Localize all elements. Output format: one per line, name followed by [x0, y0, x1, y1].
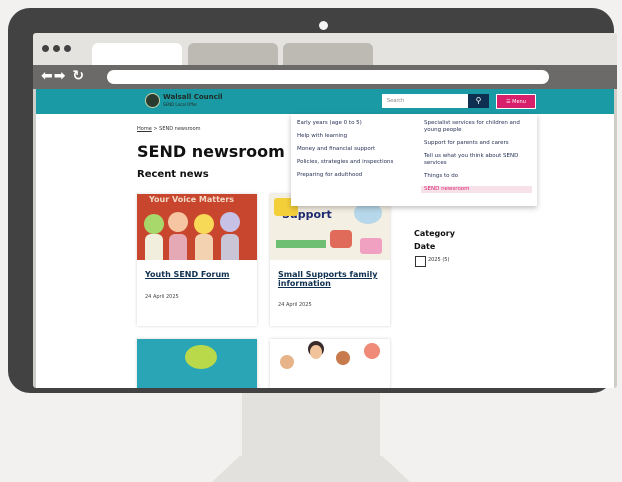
menu-item-specialist-services[interactable]: Specialist services for children and you…	[424, 120, 532, 134]
search-button[interactable]: ⚲	[468, 94, 489, 108]
image-caption: Your Voice Matters	[149, 195, 235, 204]
menu-label: Menu	[512, 99, 526, 105]
nav-buttons: ⬅➡ ↻	[41, 68, 85, 84]
monitor-base	[212, 456, 410, 482]
browser-tab-active[interactable]	[92, 43, 182, 65]
year-checkbox-label: 2025 (5)	[428, 257, 450, 263]
news-card-image[interactable]	[270, 339, 390, 388]
breadcrumb-home-link[interactable]: Home	[137, 126, 152, 132]
menu-item-policies[interactable]: Policies, strategies and inspections	[297, 159, 407, 166]
news-card-date: 24 April 2025	[278, 302, 312, 308]
breadcrumb-current: SEND newsroom	[159, 126, 201, 132]
news-card[interactable]	[137, 339, 257, 388]
site-header: Walsall Council SEND Local Offer Search …	[36, 89, 614, 114]
filter-category-heading[interactable]: Category	[414, 229, 455, 238]
browser-nav-bar: ⬅➡ ↻	[33, 65, 617, 89]
window-dot-icon[interactable]	[53, 45, 60, 52]
mega-menu-dropdown: Early years (age 0 to 5) Help with learn…	[291, 114, 537, 206]
news-card-image[interactable]	[137, 339, 257, 388]
news-card-title[interactable]: Small Supports family information	[278, 270, 388, 288]
hamburger-icon: ☰	[506, 99, 511, 105]
browser-tab[interactable]	[283, 43, 373, 65]
news-card[interactable]: Your Voice Matters Youth SEND Forum 24 A…	[137, 194, 257, 326]
menu-item-send-newsroom[interactable]: SEND newsroom	[421, 186, 532, 193]
menu-item-parents-carers[interactable]: Support for parents and carers	[424, 140, 532, 147]
news-card-image[interactable]: Your Voice Matters	[137, 194, 257, 260]
browser-tab-bar	[33, 33, 617, 65]
reload-icon[interactable]: ↻	[72, 68, 85, 84]
window-controls	[42, 45, 71, 52]
logo-line1: Walsall Council	[163, 92, 223, 101]
council-crest-icon	[145, 93, 160, 108]
monitor-stand	[242, 392, 380, 462]
window-dot-icon[interactable]	[42, 45, 49, 52]
menu-item-things-to-do[interactable]: Things to do	[424, 173, 532, 180]
forward-arrow-icon[interactable]: ➡	[54, 68, 67, 84]
menu-item-money-support[interactable]: Money and financial support	[297, 146, 407, 153]
search-icon: ⚲	[475, 96, 482, 105]
breadcrumb-separator: >	[153, 126, 158, 132]
menu-item-help-learning[interactable]: Help with learning	[297, 133, 407, 140]
news-card-title[interactable]: Youth SEND Forum	[145, 270, 255, 279]
camera-dot	[319, 21, 328, 30]
web-page: Walsall Council SEND Local Offer Search …	[36, 89, 614, 388]
menu-item-adulthood[interactable]: Preparing for adulthood	[297, 172, 407, 179]
menu-item-feedback[interactable]: Tell us what you think about SEND servic…	[424, 153, 532, 167]
menu-column-left: Early years (age 0 to 5) Help with learn…	[297, 120, 407, 185]
menu-button[interactable]: ☰ Menu	[496, 94, 536, 109]
page-title: SEND newsroom	[137, 142, 285, 161]
window-dot-icon[interactable]	[64, 45, 71, 52]
filter-date-heading[interactable]: Date	[414, 242, 435, 251]
breadcrumb: Home > SEND newsroom	[137, 126, 201, 132]
recent-news-heading: Recent news	[137, 169, 209, 180]
menu-column-right: Specialist services for children and you…	[421, 120, 532, 199]
news-card[interactable]: Support Small Supports family informatio…	[270, 194, 390, 326]
browser-tab[interactable]	[188, 43, 278, 65]
news-card[interactable]	[270, 339, 390, 388]
back-arrow-icon[interactable]: ⬅	[41, 68, 54, 84]
address-bar[interactable]	[107, 70, 549, 84]
search-input[interactable]: Search	[382, 94, 468, 108]
year-checkbox[interactable]	[415, 256, 426, 267]
logo-line2: SEND Local Offer	[163, 101, 198, 107]
monitor-frame: ⬅➡ ↻ Walsall Council SEND Local Offer Se…	[8, 8, 617, 393]
news-card-date: 24 April 2025	[145, 294, 179, 300]
menu-item-early-years[interactable]: Early years (age 0 to 5)	[297, 120, 407, 127]
site-logo[interactable]: Walsall Council SEND Local Offer	[145, 93, 223, 108]
browser-screen: ⬅➡ ↻ Walsall Council SEND Local Offer Se…	[33, 33, 617, 388]
